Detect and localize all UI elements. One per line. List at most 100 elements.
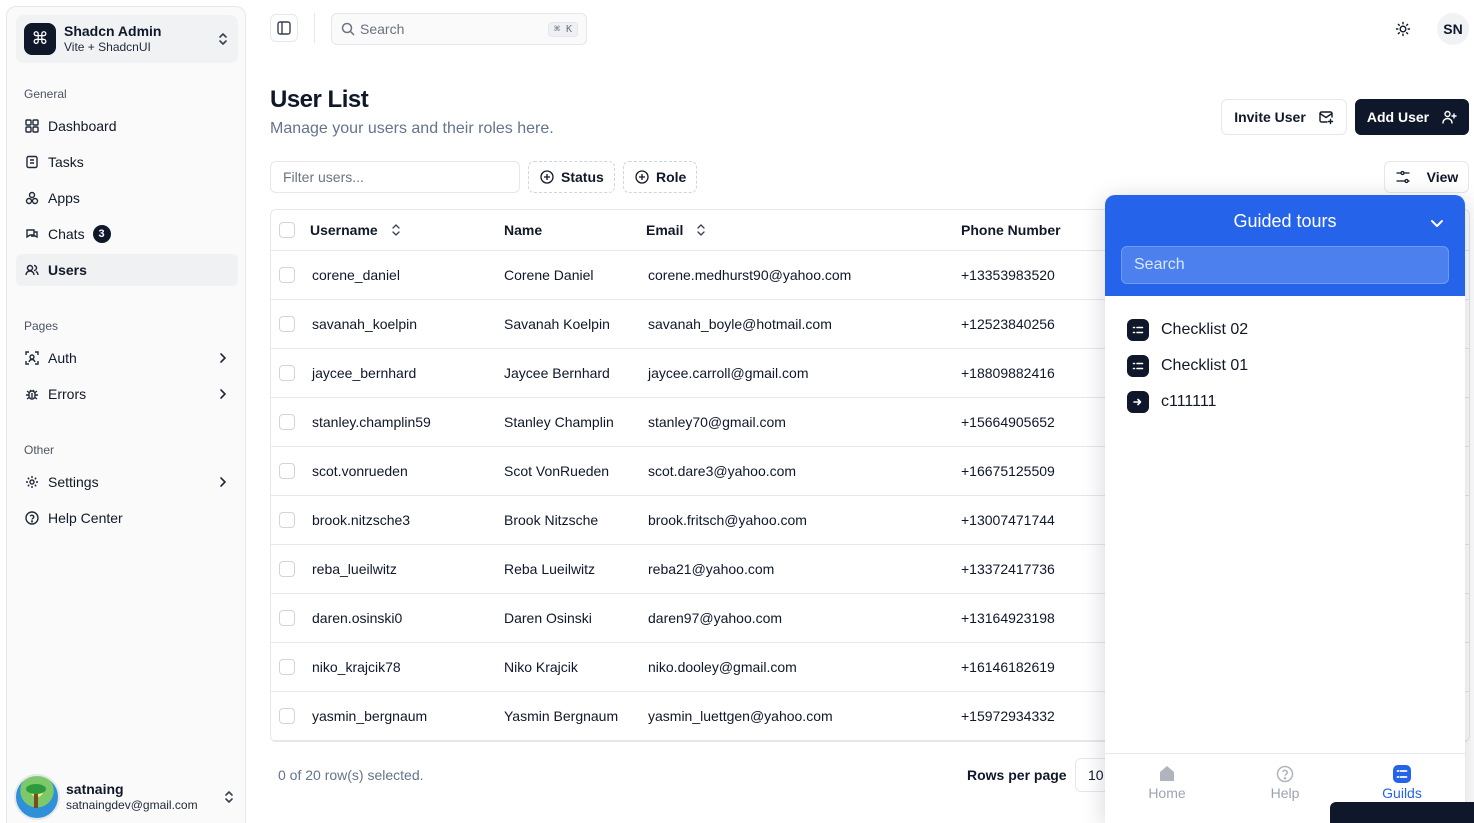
cell-phone: +13164923198 <box>961 610 1055 626</box>
cell-email: scot.dare3@yahoo.com <box>648 463 797 479</box>
cell-username: corene_daniel <box>312 267 400 283</box>
tour-item-label: Checklist 02 <box>1161 321 1249 338</box>
profile-avatar-button[interactable]: SN <box>1437 13 1469 45</box>
tasks-icon <box>24 154 40 170</box>
team-subtitle: Vite + ShadcnUI <box>64 40 151 54</box>
cell-name: Yasmin Bergnaum <box>504 708 619 724</box>
role-filter-button[interactable]: Role <box>623 161 698 193</box>
status-filter-label: Status <box>561 169 604 185</box>
invite-user-label: Invite User <box>1234 109 1306 125</box>
filter-users-input[interactable] <box>270 161 520 193</box>
tours-nav-help[interactable]: Help <box>1225 764 1345 801</box>
search-placeholder: Search <box>360 21 405 37</box>
sidebar-item-chats[interactable]: Chats 3 <box>16 218 238 250</box>
sidebar-item-errors[interactable]: Errors <box>16 378 238 410</box>
chats-count-badge: 3 <box>92 225 111 243</box>
column-header-name: Name <box>504 222 543 238</box>
header-divider <box>314 13 315 43</box>
status-filter-button[interactable]: Status <box>528 161 615 193</box>
cell-username: scot.vonrueden <box>312 463 408 479</box>
sidebar-item-label: Apps <box>48 190 80 206</box>
sidebar-item-label: Tasks <box>48 154 84 170</box>
chevron-right-icon <box>220 389 227 399</box>
column-header-email[interactable]: Email <box>646 210 707 250</box>
search-icon <box>341 22 355 36</box>
corner-badge <box>1330 802 1474 823</box>
row-checkbox[interactable] <box>279 365 295 381</box>
cell-name: Stanley Champlin <box>504 414 614 430</box>
row-checkbox[interactable] <box>279 610 295 626</box>
sidebar-item-label: Auth <box>48 350 77 366</box>
chats-icon <box>24 226 40 242</box>
cell-name: Jaycee Bernhard <box>504 365 610 381</box>
cell-name: Savanah Koelpin <box>504 316 610 332</box>
tour-item-label: Checklist 01 <box>1161 357 1249 374</box>
row-checkbox[interactable] <box>279 414 295 430</box>
cell-username: brook.nitzsche3 <box>312 512 411 528</box>
cell-name: Daren Osinski <box>504 610 592 626</box>
sidebar-item-users[interactable]: Users <box>16 254 238 286</box>
sidebar-item-label: Dashboard <box>48 118 117 134</box>
tour-enter-icon <box>1127 391 1149 413</box>
row-checkbox[interactable] <box>279 659 295 675</box>
sidebar-item-dashboard[interactable]: Dashboard <box>16 110 238 142</box>
user-menu[interactable]: satnaing satnaingdev@gmail.com <box>10 773 240 821</box>
tour-item-checklist-01[interactable]: Checklist 01 <box>1127 353 1248 379</box>
row-checkbox[interactable] <box>279 463 295 479</box>
sidebar-item-label: Chats <box>48 226 85 242</box>
chevron-down-icon[interactable] <box>1427 213 1447 233</box>
page-subtitle: Manage your users and their roles here. <box>270 120 554 137</box>
cell-name: Corene Daniel <box>504 267 594 283</box>
select-all-checkbox[interactable] <box>279 222 295 238</box>
column-header-username[interactable]: Username <box>310 210 402 250</box>
row-checkbox[interactable] <box>279 561 295 577</box>
sidebar-item-tasks[interactable]: Tasks <box>16 146 238 178</box>
sidebar-item-help-center[interactable]: Help Center <box>16 502 238 534</box>
cell-username: daren.osinski0 <box>312 610 403 626</box>
global-search-button[interactable]: Search ⌘ K <box>331 13 587 45</box>
cell-username: savanah_koelpin <box>312 316 418 332</box>
sidebar-item-settings[interactable]: Settings <box>16 466 238 498</box>
checklist-icon <box>1127 355 1149 377</box>
column-header-label: Username <box>310 222 378 238</box>
sort-icon <box>392 224 400 236</box>
selection-summary: 0 of 20 row(s) selected. <box>278 767 424 783</box>
row-checkbox[interactable] <box>279 267 295 283</box>
cell-phone: +18809882416 <box>961 365 1055 381</box>
tours-nav-home[interactable]: Home <box>1107 764 1227 801</box>
invite-user-button[interactable]: Invite User <box>1221 99 1347 135</box>
theme-toggle-button[interactable] <box>1392 18 1414 40</box>
checklist-icon <box>1127 319 1149 341</box>
add-user-button[interactable]: Add User <box>1355 99 1469 135</box>
cell-username: niko_krajcik78 <box>312 659 401 675</box>
row-checkbox[interactable] <box>279 708 295 724</box>
cell-email: stanley70@gmail.com <box>648 414 786 430</box>
cell-username: yasmin_bergnaum <box>312 708 428 724</box>
page-title: User List <box>270 86 369 113</box>
sidebar-toggle-button[interactable] <box>270 14 298 42</box>
sidebar-item-apps[interactable]: Apps <box>16 182 238 214</box>
cell-name: Scot VonRueden <box>504 463 610 479</box>
home-icon <box>1160 766 1174 781</box>
nav-group-pages: Pages <box>24 319 59 333</box>
cell-email: brook.fritsch@yahoo.com <box>648 512 807 528</box>
cell-username: jaycee_bernhard <box>312 365 417 381</box>
sun-icon <box>1395 21 1411 37</box>
tours-nav-guilds[interactable]: Guilds <box>1342 764 1462 801</box>
sidebar-item-auth[interactable]: Auth <box>16 342 238 374</box>
cell-email: savanah_boyle@hotmail.com <box>648 316 832 332</box>
cell-name: Brook Nitzsche <box>504 512 599 528</box>
row-checkbox[interactable] <box>279 512 295 528</box>
tours-nav-label: Home <box>1148 785 1186 801</box>
cell-phone: +12523840256 <box>961 316 1055 332</box>
tours-search-input[interactable] <box>1121 246 1449 284</box>
tour-item-checklist-02[interactable]: Checklist 02 <box>1127 317 1248 343</box>
tour-item-c111111[interactable]: c111111 <box>1127 389 1216 415</box>
view-options-button[interactable]: View <box>1384 161 1469 193</box>
guided-tours-header: Guided tours <box>1105 195 1465 296</box>
help-icon <box>24 510 40 526</box>
role-filter-label: Role <box>656 169 687 185</box>
team-switcher[interactable]: ⌘ Shadcn Admin Vite + ShadcnUI <box>16 15 238 63</box>
sliders-icon <box>1396 170 1410 184</box>
row-checkbox[interactable] <box>279 316 295 332</box>
